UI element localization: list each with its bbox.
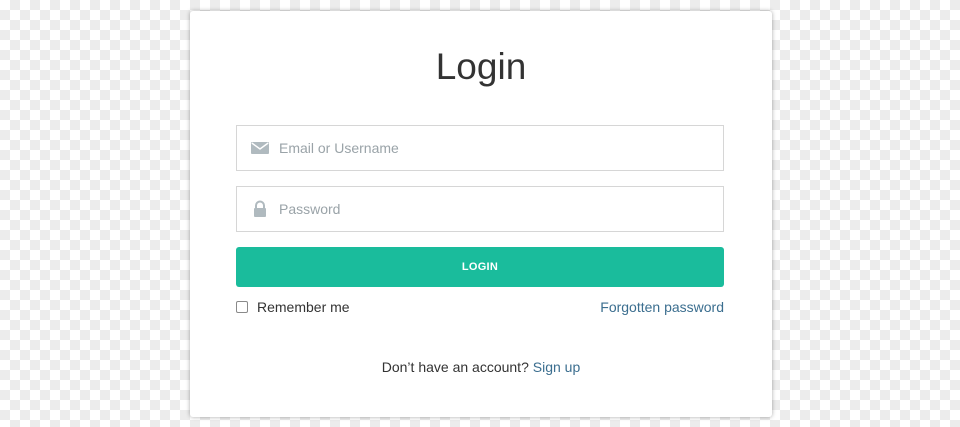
email-input[interactable] <box>279 126 709 170</box>
signup-prompt: Don’t have an account? <box>381 359 529 375</box>
password-input[interactable] <box>279 187 709 231</box>
remember-checkbox[interactable] <box>236 301 248 313</box>
password-field[interactable] <box>236 186 724 232</box>
signup-row: Don’t have an account? Sign up <box>190 358 772 376</box>
login-button[interactable]: LOGIN <box>236 247 724 287</box>
signup-link[interactable]: Sign up <box>533 359 580 375</box>
lock-icon <box>254 200 266 217</box>
remember-me[interactable]: Remember me <box>236 298 350 316</box>
envelope-icon <box>251 142 269 154</box>
login-card: Login LOGIN Remember me Forgotten passwo… <box>190 11 772 417</box>
forgot-password-link[interactable]: Forgotten password <box>600 298 724 316</box>
page-title: Login <box>435 46 527 87</box>
email-field[interactable] <box>236 125 724 171</box>
remember-label[interactable]: Remember me <box>257 299 350 315</box>
